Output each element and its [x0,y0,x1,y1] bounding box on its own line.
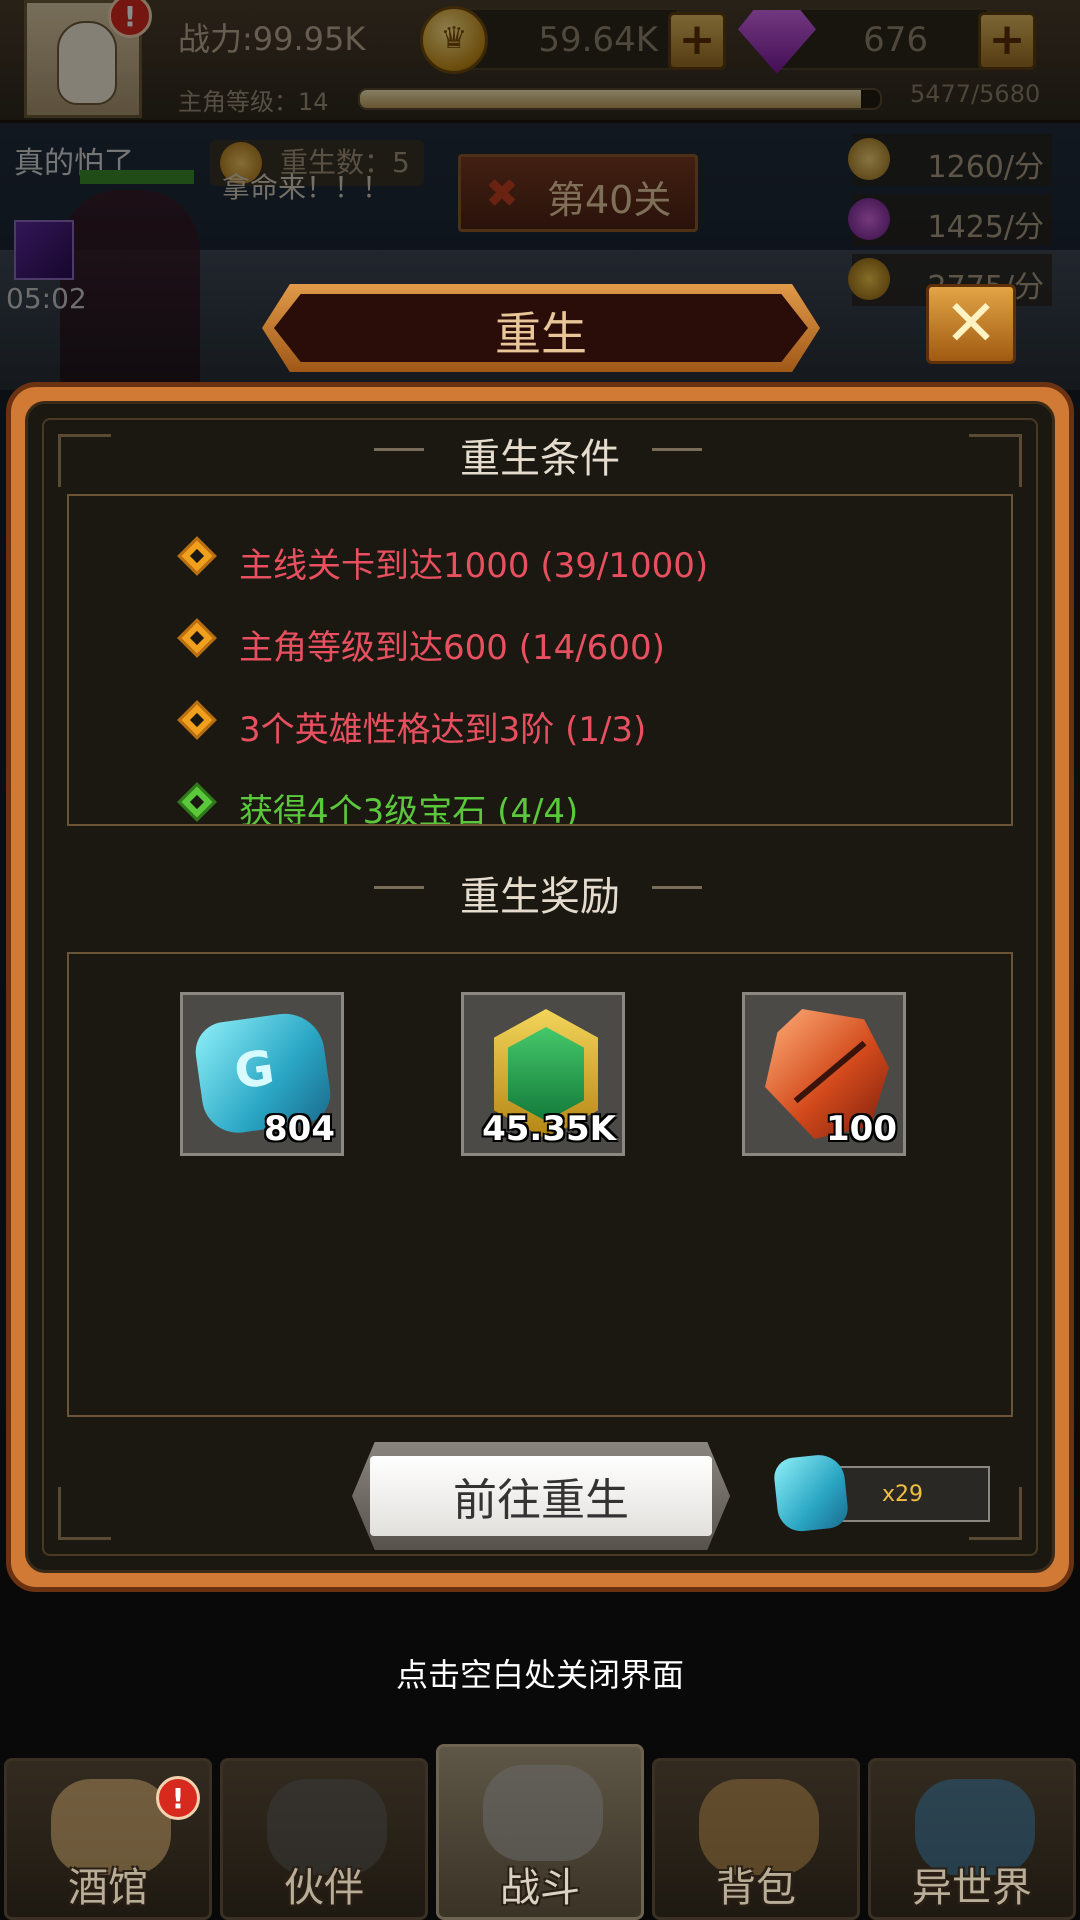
diamond-bullet-icon [177,536,217,576]
bottom-nav: 酒馆 ! 伙伴 战斗 背包 异世界 [0,1744,1080,1920]
tavern-alert-icon: ! [156,1776,200,1820]
diamond-bullet-icon [177,618,217,658]
close-hint: 点击空白处关闭界面 [395,1656,684,1694]
condition-item: 主角等级到达600 (14/600) [177,618,665,669]
diamond-bullet-icon [177,782,217,822]
rebirth-cost-text: x29 [882,1482,924,1507]
dialog-title-board: 重生 [262,284,820,372]
condition-item: 获得4个3级宝石 (4/4) [177,782,579,826]
condition-text: 3个英雄性格达到3阶 (1/3) [239,710,647,750]
conditions-title: 重生条件 [460,436,620,482]
reward-count: 45.35K [482,1109,616,1149]
header-deco-left [374,886,424,903]
nav-label: 战斗 [500,1865,580,1911]
header-deco-right [652,886,702,903]
nav-tab-partner[interactable]: 伙伴 [220,1758,428,1920]
go-rebirth-label: 前往重生 [453,1475,629,1526]
corner-ornament [58,1487,111,1540]
nav-tab-battle[interactable]: 战斗 [436,1744,644,1920]
reward-count: 100 [826,1109,897,1149]
nav-label: 背包 [716,1865,796,1911]
header-deco-left [374,448,424,465]
close-button[interactable]: ✕ [926,284,1016,364]
reward-item[interactable]: G 804 [180,992,344,1156]
condition-text: 主线关卡到达1000 (39/1000) [239,546,709,586]
rewards-header: 重生奖励 [0,864,1080,922]
condition-text: 主角等级到达600 (14/600) [239,628,665,668]
conditions-list[interactable]: 主线关卡到达1000 (39/1000) 主角等级到达600 (14/600) … [67,494,1013,826]
conditions-header: 重生条件 [0,426,1080,484]
condition-item: 主线关卡到达1000 (39/1000) [177,536,709,587]
nav-tab-otherworld[interactable]: 异世界 [868,1758,1076,1920]
nav-label: 伙伴 [284,1865,364,1911]
dialog-title: 重生 [495,307,587,361]
battle-swords-icon [483,1765,603,1861]
reward-item[interactable]: 45.35K [461,992,625,1156]
header-deco-right [652,448,702,465]
reward-item[interactable]: 100 [742,992,906,1156]
reward-count: 804 [264,1109,335,1149]
go-rebirth-button[interactable]: 前往重生 [352,1442,730,1550]
nav-tab-backpack[interactable]: 背包 [652,1758,860,1920]
condition-item: 3个英雄性格达到3阶 (1/3) [177,700,647,751]
nav-label: 异世界 [912,1865,1032,1911]
rewards-title: 重生奖励 [460,874,620,920]
rebirth-cost: x29 [838,1466,990,1522]
rebirth-stone-icon [772,1452,850,1534]
diamond-bullet-icon [177,700,217,740]
nav-label: 酒馆 [68,1865,148,1911]
condition-text: 获得4个3级宝石 (4/4) [239,792,579,826]
close-x-icon: ✕ [944,287,998,361]
